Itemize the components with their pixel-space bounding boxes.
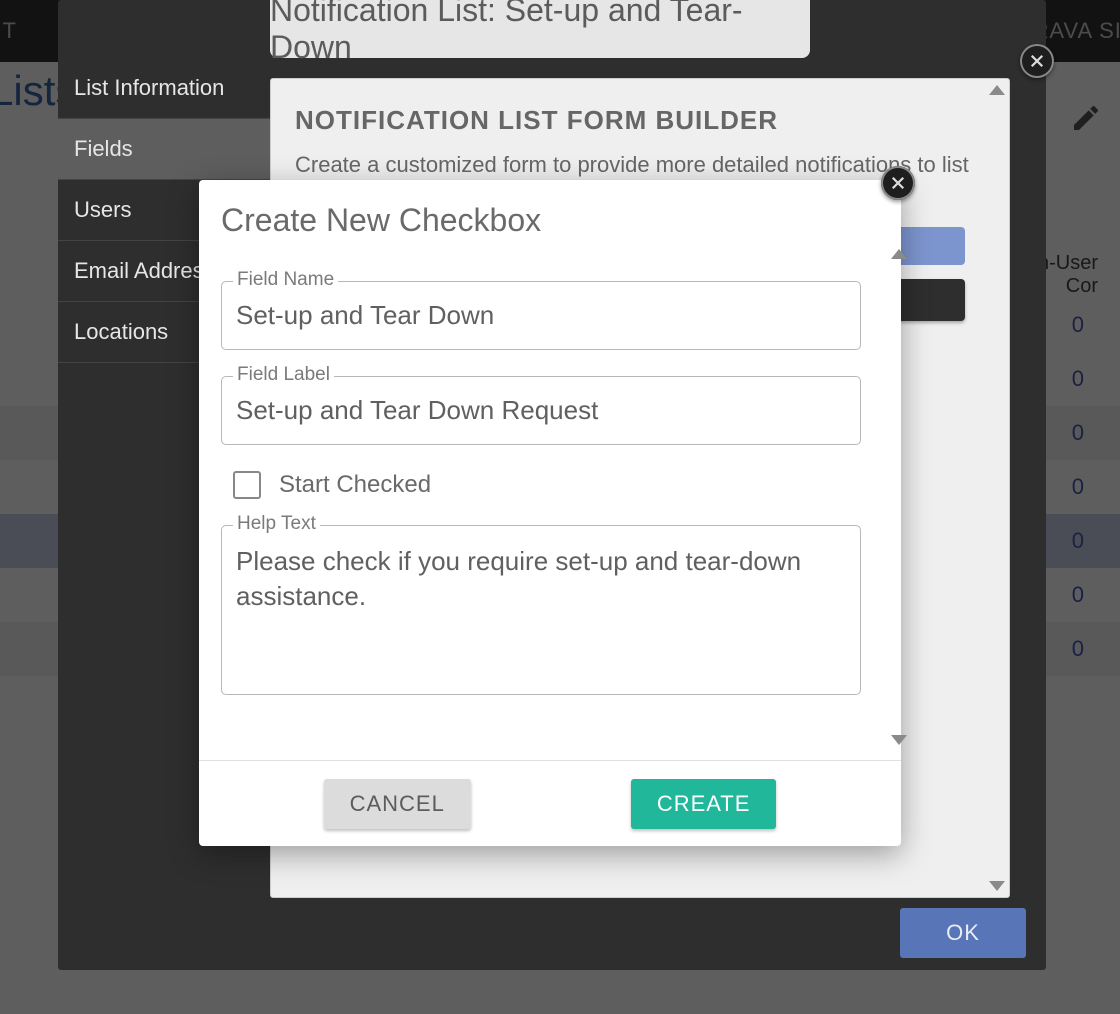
sidebar-item-list-information[interactable]: List Information bbox=[58, 58, 270, 119]
dialog-title: Create New Checkbox bbox=[199, 180, 901, 249]
sidebar-item-fields[interactable]: Fields bbox=[58, 119, 270, 180]
scroll-up-icon[interactable] bbox=[989, 85, 1005, 95]
start-checked-row: Start Checked bbox=[233, 471, 879, 499]
start-checked-checkbox[interactable] bbox=[233, 471, 261, 499]
field-legend: Field Name bbox=[233, 269, 338, 291]
help-text-field: Help Text bbox=[221, 525, 879, 700]
help-text-input[interactable] bbox=[221, 525, 861, 695]
close-icon[interactable] bbox=[1020, 44, 1054, 78]
dialog-body: Field Name Field Label Start Checked Hel… bbox=[199, 249, 901, 751]
field-name-input[interactable] bbox=[221, 281, 861, 350]
create-button[interactable]: CREATE bbox=[631, 779, 777, 829]
start-checked-label: Start Checked bbox=[279, 471, 431, 499]
scroll-down-icon[interactable] bbox=[989, 881, 1005, 891]
dialog-title: Notification List: Set-up and Tear-Down bbox=[270, 0, 810, 58]
field-label-input[interactable] bbox=[221, 376, 861, 445]
ok-button[interactable]: OK bbox=[900, 908, 1026, 958]
cancel-button[interactable]: CANCEL bbox=[324, 779, 471, 829]
close-icon[interactable] bbox=[881, 166, 915, 200]
field-name-field: Field Name bbox=[221, 281, 879, 350]
dialog-footer: CANCEL CREATE bbox=[199, 760, 901, 846]
field-legend: Field Label bbox=[233, 364, 334, 386]
scroll-down-icon[interactable] bbox=[891, 735, 907, 745]
field-label-field: Field Label bbox=[221, 376, 879, 445]
scroll-up-icon[interactable] bbox=[891, 249, 907, 259]
create-checkbox-dialog: Create New Checkbox Field Name Field Lab… bbox=[199, 180, 901, 846]
panel-heading: NOTIFICATION LIST FORM BUILDER bbox=[295, 105, 985, 136]
field-legend: Help Text bbox=[233, 513, 320, 535]
